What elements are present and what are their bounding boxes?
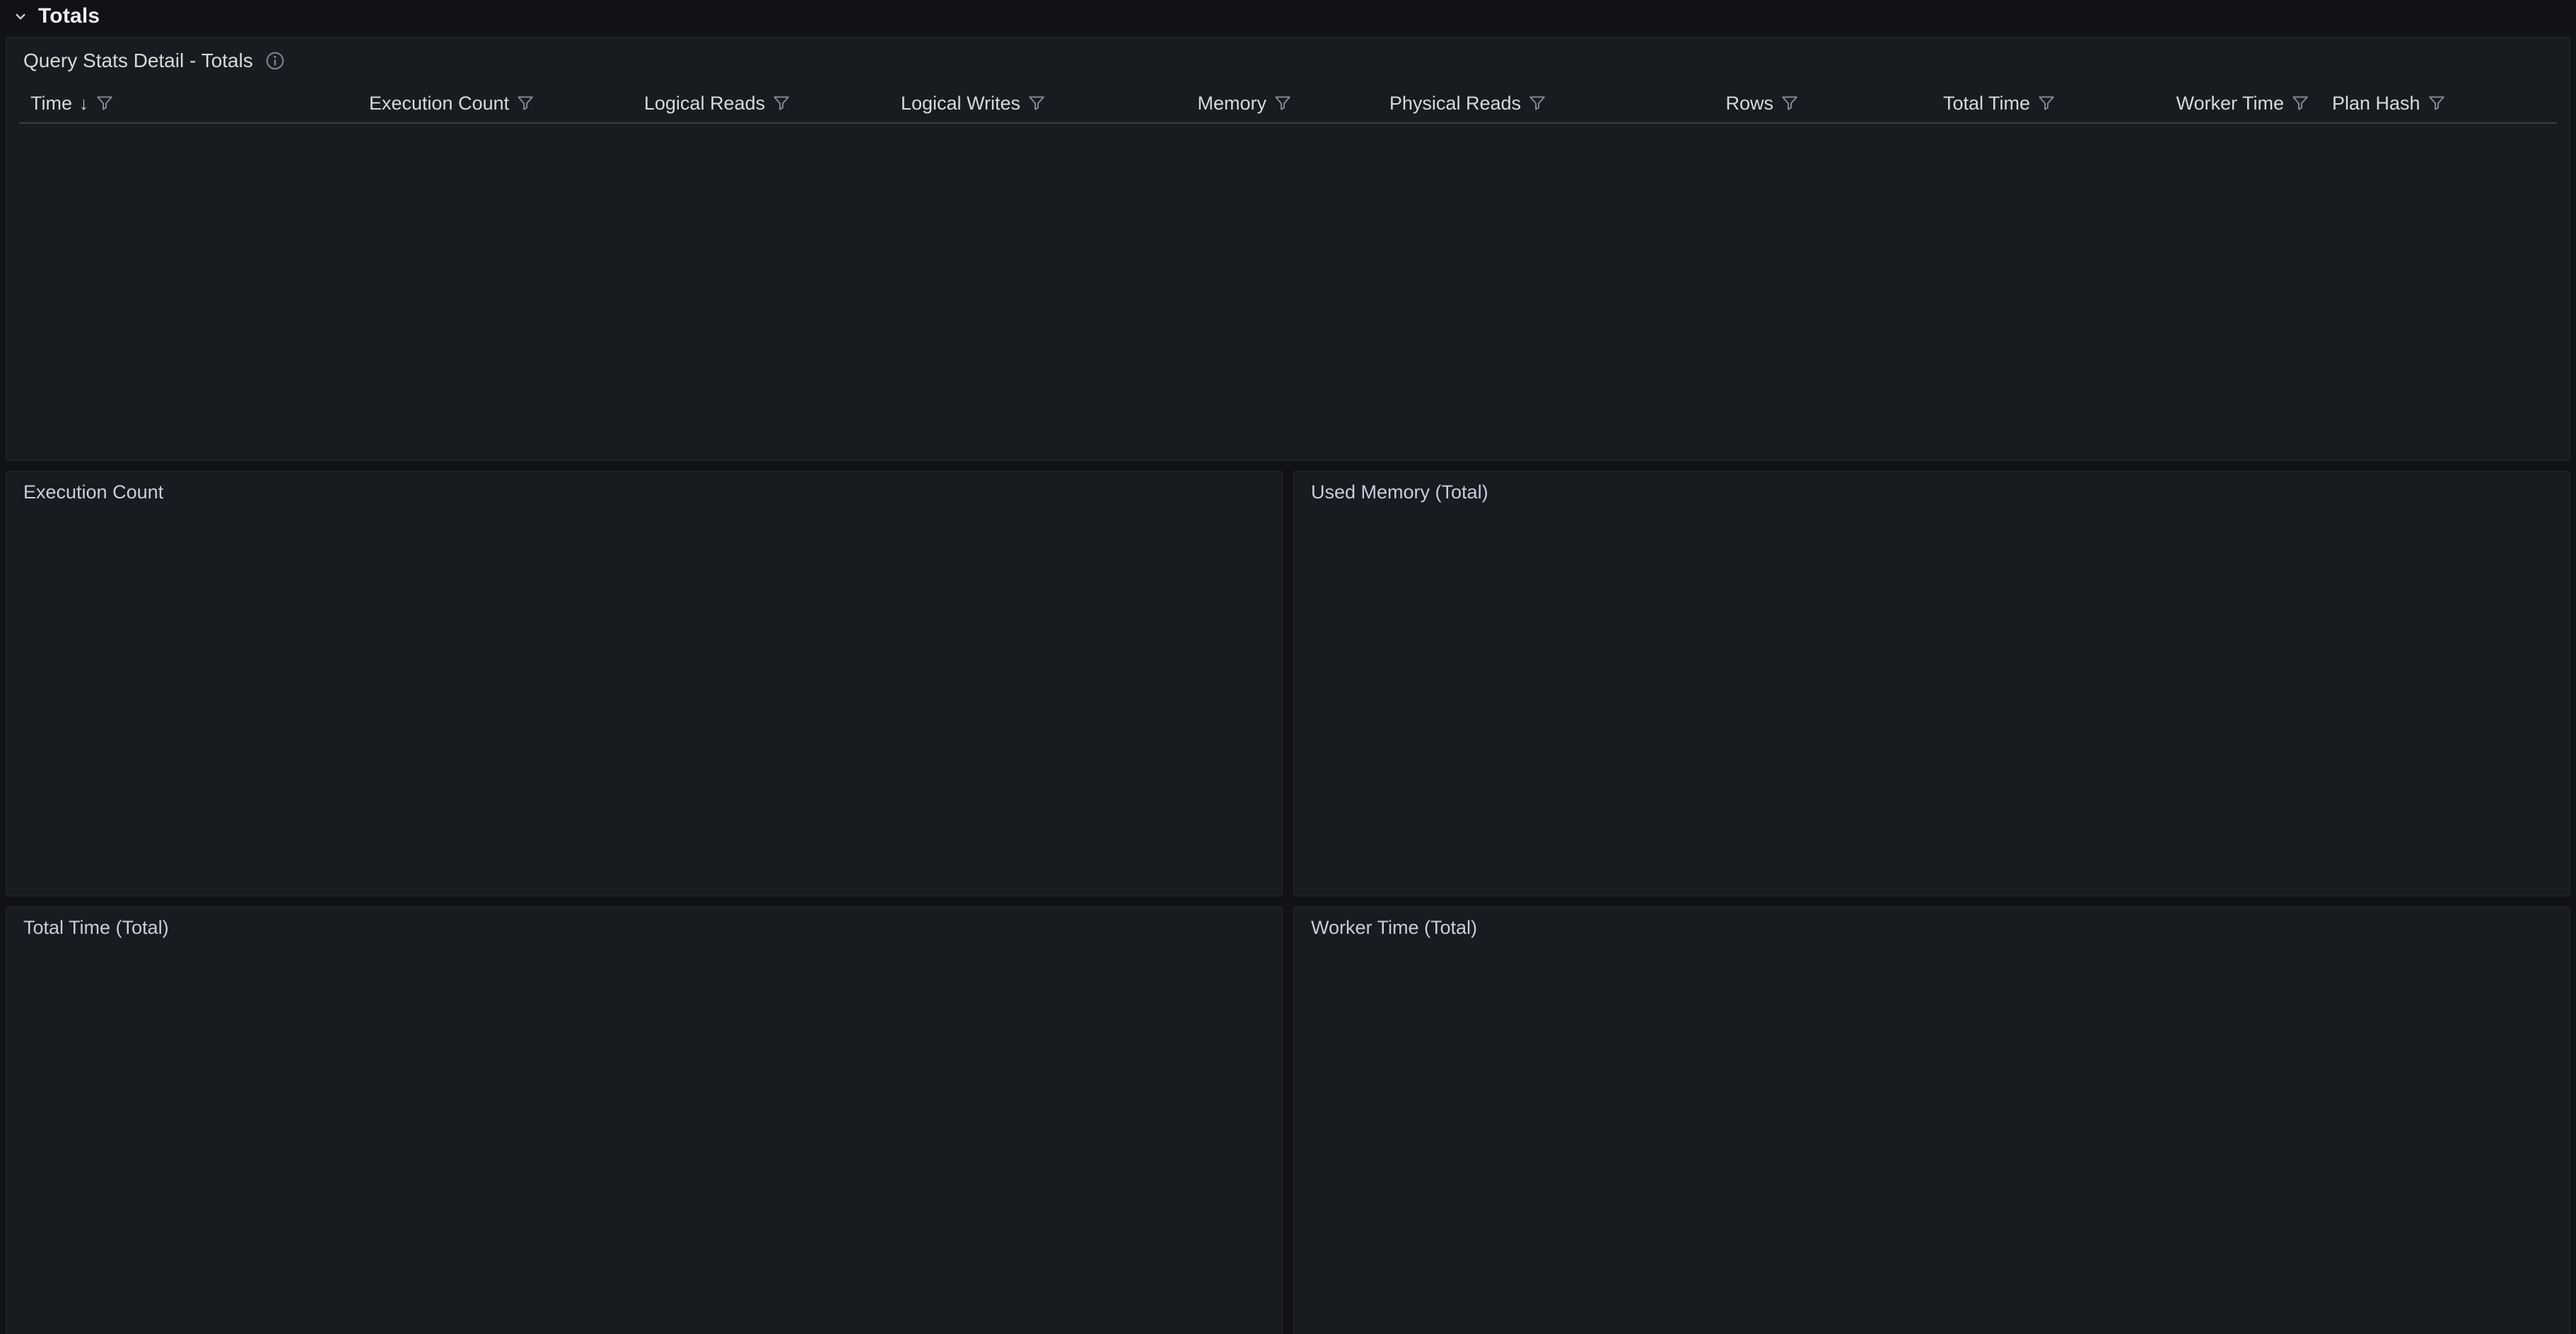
chart-title[interactable]: Used Memory (Total) <box>1307 481 2557 511</box>
chart-legend <box>2237 549 2557 886</box>
filter-icon[interactable] <box>1274 94 1292 112</box>
section-title[interactable]: Totals <box>38 4 100 28</box>
table-header-row: Time ↓ Execution Count Logical Reads Logical… <box>19 84 2557 124</box>
filter-icon[interactable] <box>1781 94 1799 112</box>
filter-icon[interactable] <box>2037 94 2056 112</box>
chart-panel-total-time: Total Time (Total) <box>6 906 1283 1334</box>
chart-plot[interactable] <box>1307 511 2222 886</box>
query-stats-panel: Query Stats Detail - Totals Time ↓ Executi… <box>6 37 2570 461</box>
panel-title[interactable]: Query Stats Detail - Totals <box>23 49 253 72</box>
column-header-logical-reads[interactable]: Logical Reads <box>546 93 802 115</box>
section-header: Totals <box>0 0 2576 33</box>
chart-panel-worker-time: Worker Time (Total) <box>1293 906 2570 1334</box>
column-label: Memory <box>1197 93 1266 115</box>
collapse-chevron-icon[interactable] <box>11 7 30 25</box>
column-header-physical-reads[interactable]: Physical Reads <box>1303 93 1558 115</box>
column-label: Logical Reads <box>644 93 765 115</box>
column-label: Plan Hash <box>2332 93 2420 115</box>
filter-icon[interactable] <box>772 94 791 112</box>
charts-grid: Execution Count Used Memory (Total) Tota… <box>6 471 2570 1334</box>
chart-panel-execution-count: Execution Count <box>6 471 1283 896</box>
column-label: Rows <box>1725 93 1773 115</box>
filter-icon[interactable] <box>1528 94 1546 112</box>
chart-panel-used-memory: Used Memory (Total) <box>1293 471 2570 896</box>
column-label: Execution Count <box>369 93 509 115</box>
column-label: Logical Writes <box>901 93 1020 115</box>
column-header-execution-count[interactable]: Execution Count <box>291 93 546 115</box>
chart-legend <box>950 549 1269 886</box>
column-header-logical-writes[interactable]: Logical Writes <box>802 93 1057 115</box>
column-header-total-time[interactable]: Total Time <box>1810 93 2067 115</box>
column-label: Time <box>30 93 72 115</box>
chart-title[interactable]: Execution Count <box>19 481 1269 511</box>
filter-icon[interactable] <box>95 94 114 112</box>
filter-icon[interactable] <box>1027 94 1046 112</box>
column-header-rows[interactable]: Rows <box>1558 93 1810 115</box>
column-header-memory[interactable]: Memory <box>1057 93 1303 115</box>
column-header-plan-hash[interactable]: Plan Hash <box>2321 93 2557 115</box>
chart-title[interactable]: Total Time (Total) <box>19 917 1269 947</box>
info-icon[interactable] <box>264 50 286 71</box>
sort-desc-icon: ↓ <box>79 93 88 115</box>
chart-plot[interactable] <box>19 511 934 886</box>
panel-title-row: Query Stats Detail - Totals <box>19 37 2557 84</box>
chart-title[interactable]: Worker Time (Total) <box>1307 917 2557 947</box>
column-label: Worker Time <box>2176 93 2284 115</box>
filter-icon[interactable] <box>2291 94 2309 112</box>
column-label: Physical Reads <box>1389 93 1521 115</box>
column-header-worker-time[interactable]: Worker Time <box>2067 93 2321 115</box>
filter-icon[interactable] <box>2428 94 2446 112</box>
column-header-time[interactable]: Time ↓ <box>19 93 291 115</box>
chart-plot[interactable] <box>19 947 934 1328</box>
chart-legend <box>950 985 1269 1328</box>
chart-legend <box>2237 985 2557 1328</box>
column-label: Total Time <box>1943 93 2030 115</box>
chart-plot[interactable] <box>1307 947 2222 1328</box>
filter-icon[interactable] <box>516 94 535 112</box>
